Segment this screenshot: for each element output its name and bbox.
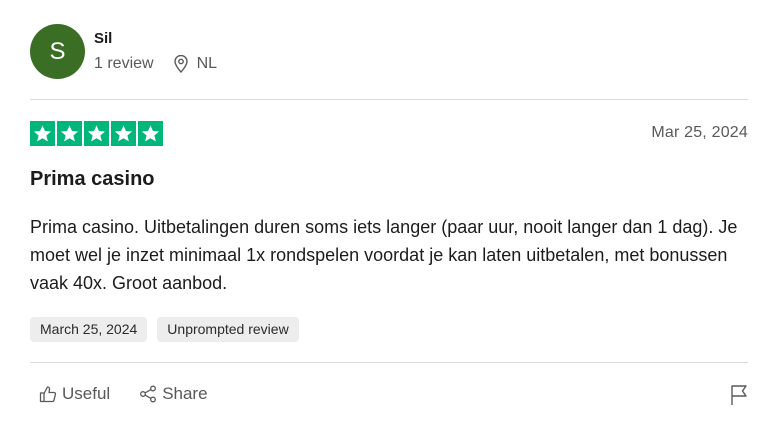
country-code: NL [196, 55, 218, 72]
star-icon [138, 121, 163, 146]
report-flag-button[interactable] [730, 384, 748, 411]
review-date: Mar 25, 2024 [651, 124, 748, 141]
flag-icon [731, 385, 747, 405]
star-rating [30, 121, 163, 146]
unprompted-review-badge[interactable]: Unprompted review [157, 317, 299, 342]
star-icon [84, 121, 109, 146]
thumbs-up-icon [39, 386, 57, 403]
review-text: Prima casino. Uitbetalingen duren soms i… [30, 217, 738, 293]
location-pin-icon [173, 55, 188, 73]
experience-date-badge[interactable]: March 25, 2024 [30, 317, 148, 342]
review-card: S Sil 1 review NL Mar 25, 2024 Prima cas… [30, 0, 748, 421]
reviewer-location: NL [173, 55, 218, 73]
avatar-initial: S [49, 37, 66, 65]
share-button[interactable]: Share [139, 384, 208, 404]
divider [30, 362, 748, 363]
star-icon [57, 121, 82, 146]
avatar[interactable]: S [30, 24, 85, 79]
star-icon [111, 121, 136, 146]
review-count: 1 review [94, 55, 154, 72]
useful-label: Useful [62, 384, 111, 403]
divider [30, 99, 748, 100]
review-tags: March 25, 2024 Unprompted review [30, 317, 299, 342]
star-icon [30, 121, 55, 146]
review-actions: Useful Share [39, 384, 208, 404]
share-label: Share [162, 384, 208, 403]
useful-button[interactable]: Useful [39, 384, 110, 404]
reviewer-meta: 1 review NL [94, 55, 217, 73]
share-icon [140, 385, 157, 403]
review-title[interactable]: Prima casino [30, 168, 155, 191]
reviewer-name[interactable]: Sil [94, 30, 112, 47]
